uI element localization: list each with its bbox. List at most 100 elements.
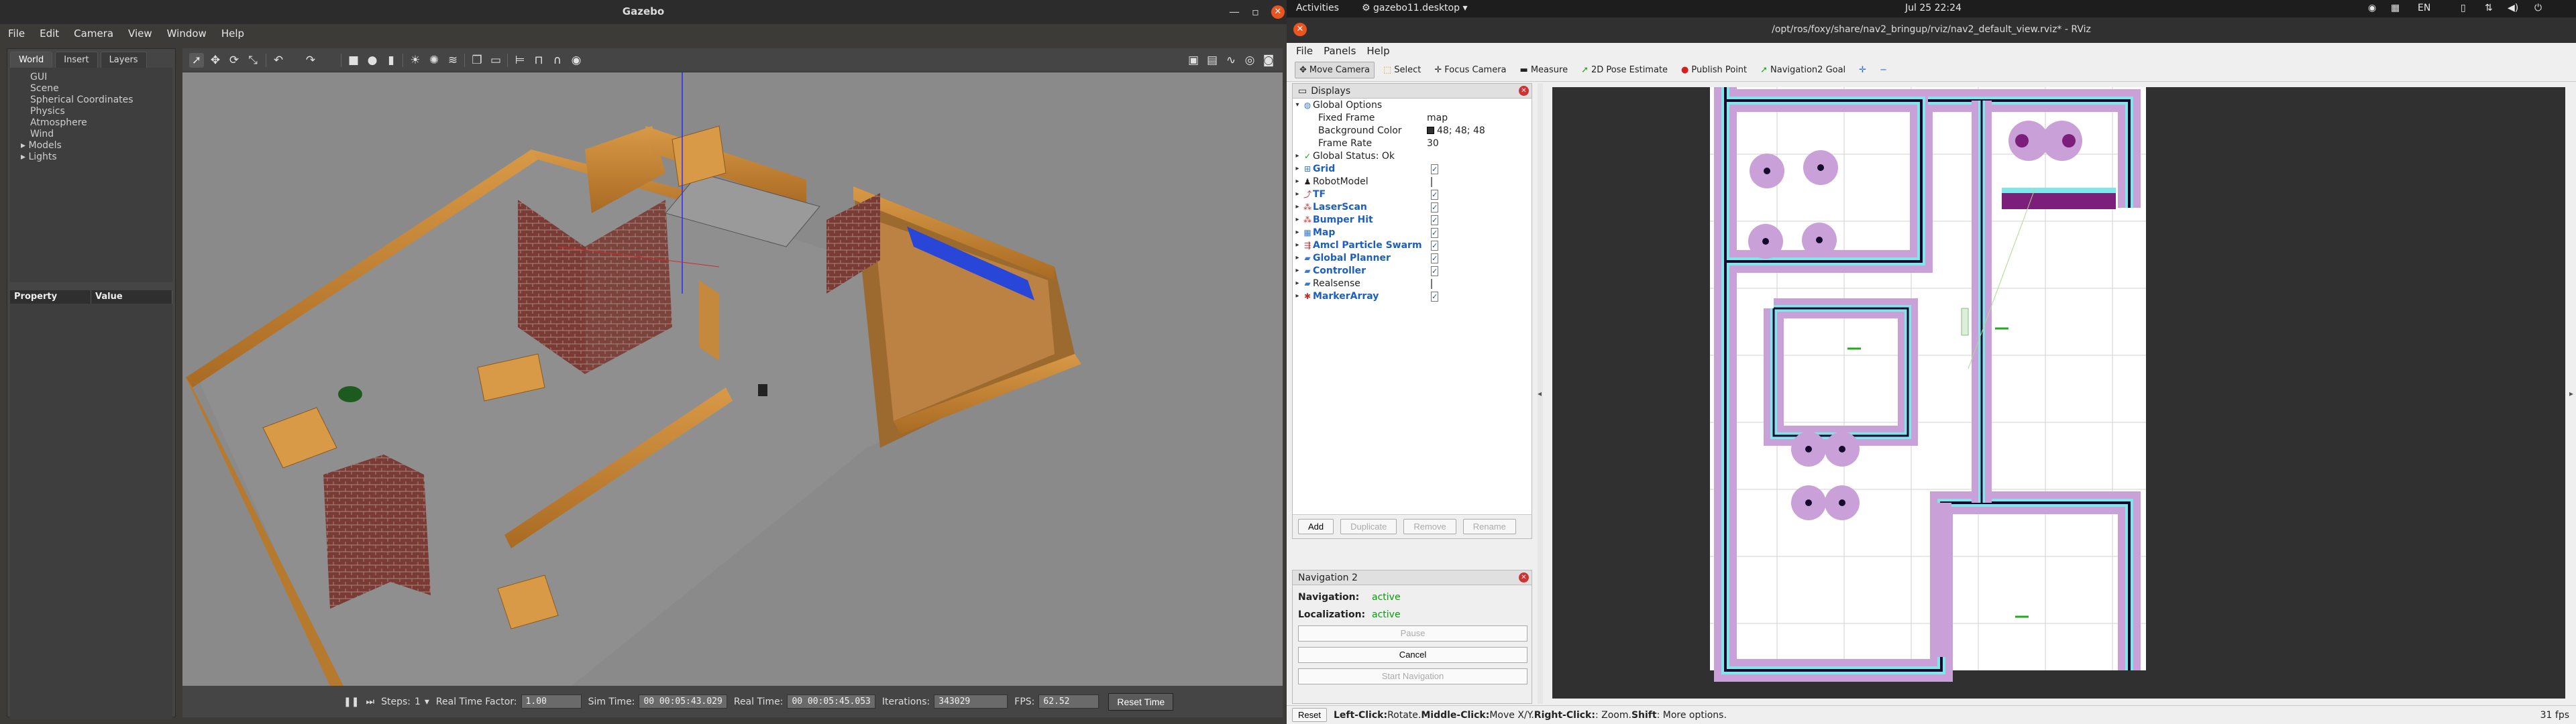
add-button[interactable]: Add <box>1298 519 1334 534</box>
display-row-background-color[interactable]: Background Color 48; 48; 48 <box>1293 124 1532 137</box>
focus-camera-tool[interactable]: ✛ Focus Camera <box>1430 62 1511 78</box>
start-navigation-button[interactable]: Start Navigation <box>1298 668 1527 684</box>
app-menu[interactable]: ⚙ gazebo11.desktop ▾ <box>1362 3 1468 13</box>
point-light-icon[interactable]: ☀ <box>408 53 423 68</box>
publish-point-tool[interactable]: ● Publish Point <box>1676 62 1752 78</box>
menu-edit[interactable]: Edit <box>40 27 59 40</box>
cylinder-shape-icon[interactable]: ▮ <box>384 53 398 68</box>
spot-light-icon[interactable]: ✺ <box>427 53 441 68</box>
language-indicator[interactable]: EN <box>2418 3 2430 13</box>
magnet-icon[interactable]: ∩ <box>550 53 565 68</box>
tf-checkbox[interactable]: ✓ <box>1431 189 1439 200</box>
snap-icon[interactable]: ⊓ <box>531 53 546 68</box>
menu-panels[interactable]: Panels <box>1324 45 1356 57</box>
realsense-checkbox[interactable] <box>1431 278 1432 289</box>
tab-layers[interactable]: Layers <box>100 52 147 68</box>
display-row-tf[interactable]: ▸ ⤴ TF ✓ <box>1293 188 1532 200</box>
tab-world[interactable]: World <box>10 52 53 68</box>
expand-icon[interactable]: ▸ <box>1293 152 1302 160</box>
steps-stepper-icon[interactable]: ▾ <box>425 697 429 707</box>
display-row-global-planner[interactable]: ▸ ▰ Global Planner ✓ <box>1293 251 1532 264</box>
menu-help[interactable]: Help <box>221 27 244 40</box>
expand-icon[interactable]: ▸ <box>1293 254 1302 261</box>
display-row-controller[interactable]: ▸ ▰ Controller ✓ <box>1293 264 1532 277</box>
reset-view-button[interactable]: Reset <box>1292 708 1327 722</box>
display-row-global-options[interactable]: ▾ ◍ Global Options <box>1293 99 1532 111</box>
display-row-realsense[interactable]: ▸ ▰ Realsense <box>1293 277 1532 290</box>
reset-time-button[interactable]: Reset Time <box>1108 692 1174 711</box>
tab-insert[interactable]: Insert <box>55 52 98 68</box>
menu-help[interactable]: Help <box>1366 45 1389 57</box>
gazebo-3d-viewport[interactable] <box>182 72 1283 686</box>
volume-icon[interactable]: ◀) <box>2508 3 2518 13</box>
menu-file[interactable]: File <box>8 27 25 40</box>
remove-tool-icon[interactable]: − <box>1875 62 1892 78</box>
rviz-render-view[interactable] <box>1552 87 2565 699</box>
laserscan-checkbox[interactable]: ✓ <box>1431 202 1439 213</box>
tree-item-lights[interactable]: Lights <box>15 152 167 163</box>
expand-icon[interactable]: ▸ <box>1293 267 1302 274</box>
display-row-bumper-hit[interactable]: ▸ ⁂ Bumper Hit ✓ <box>1293 213 1532 226</box>
display-row-global-status[interactable]: ▸ ✓ Global Status: Ok <box>1293 149 1532 162</box>
expand-icon[interactable]: ▸ <box>1293 203 1302 210</box>
expand-icon[interactable]: ▸ <box>1293 165 1302 172</box>
align-icon[interactable]: ⊨ <box>513 53 527 68</box>
box-shape-icon[interactable]: ■ <box>346 53 361 68</box>
menu-view[interactable]: View <box>128 27 152 40</box>
tree-item-atmosphere[interactable]: Atmosphere <box>15 117 167 129</box>
log-icon[interactable]: ▤ <box>1205 53 1220 68</box>
menu-camera[interactable]: Camera <box>74 27 113 40</box>
pause-icon[interactable]: ❚❚ <box>343 697 359 707</box>
grid-checkbox[interactable]: ✓ <box>1431 164 1439 174</box>
sphere-shape-icon[interactable]: ● <box>365 53 380 68</box>
select-tool[interactable]: ⬚ Select <box>1379 62 1426 78</box>
tree-item-models[interactable]: Models <box>15 140 167 152</box>
pause-button[interactable]: Pause <box>1298 625 1527 642</box>
tree-item-wind[interactable]: Wind <box>15 129 167 140</box>
expand-icon[interactable]: ▸ <box>1293 229 1302 236</box>
collapse-right-icon[interactable]: ▸ <box>2569 389 2573 398</box>
display-row-grid[interactable]: ▸ ⊞ Grid ✓ <box>1293 162 1532 175</box>
bumper-hit-checkbox[interactable]: ✓ <box>1431 215 1439 225</box>
record-icon[interactable]: ◉ <box>569 53 584 68</box>
duplicate-button[interactable]: Duplicate <box>1340 519 1397 534</box>
expand-icon[interactable]: ▸ <box>1293 292 1302 300</box>
global-planner-checkbox[interactable]: ✓ <box>1431 253 1439 263</box>
minimize-icon[interactable]: — <box>1229 5 1240 19</box>
menu-window[interactable]: Window <box>167 27 207 40</box>
expand-icon[interactable]: ▸ <box>1293 280 1302 287</box>
collapse-left-icon[interactable]: ◂ <box>1538 389 1542 398</box>
select-arrow-icon[interactable]: ➚ <box>189 53 204 68</box>
pose-estimate-tool[interactable]: ➚ 2D Pose Estimate <box>1576 62 1672 78</box>
robotmodel-checkbox[interactable] <box>1431 176 1432 187</box>
frame-rate-value[interactable]: 30 <box>1427 138 1527 149</box>
steps-value[interactable]: 1 <box>415 697 421 707</box>
paste-icon[interactable]: ▭ <box>488 53 503 68</box>
display-row-markerarray[interactable]: ▸ ✱ MarkerArray ✓ <box>1293 290 1532 302</box>
tree-item-scene[interactable]: Scene <box>15 83 167 95</box>
expand-icon[interactable]: ▾ <box>1293 101 1302 109</box>
screenshot-icon[interactable]: ▣ <box>1186 53 1201 68</box>
activities-button[interactable]: Activities <box>1296 3 1339 13</box>
move-camera-tool[interactable]: ✥ Move Camera <box>1295 62 1375 78</box>
display-row-amcl-particle-swarm[interactable]: ▸ ⇶ Amcl Particle Swarm ✓ <box>1293 239 1532 251</box>
cancel-button[interactable]: Cancel <box>1298 647 1527 663</box>
controller-checkbox[interactable]: ✓ <box>1431 265 1439 276</box>
updates-icon[interactable]: ▯ <box>2461 3 2466 13</box>
tree-item-spherical-coordinates[interactable]: Spherical Coordinates <box>15 95 167 106</box>
display-row-laserscan[interactable]: ▸ ⁂ LaserScan ✓ <box>1293 200 1532 213</box>
display-row-fixed-frame[interactable]: Fixed Frame map <box>1293 111 1532 124</box>
tree-item-gui[interactable]: GUI <box>15 72 167 83</box>
add-tool-icon[interactable]: ✛ <box>1854 62 1871 78</box>
scale-icon[interactable]: ⤡ <box>246 53 260 68</box>
close-icon[interactable]: ✕ <box>1271 5 1285 19</box>
plot-icon[interactable]: ∿ <box>1224 53 1238 68</box>
expand-icon[interactable]: ▸ <box>1293 241 1302 249</box>
display-row-map[interactable]: ▸ ▦ Map ✓ <box>1293 226 1532 239</box>
step-icon[interactable]: ⏭ <box>366 697 374 707</box>
amcl-checkbox[interactable]: ✓ <box>1431 240 1439 251</box>
display-row-robotmodel[interactable]: ▸ ♟ RobotModel <box>1293 175 1532 188</box>
directional-light-icon[interactable]: ≋ <box>445 53 460 68</box>
expand-icon[interactable]: ▸ <box>1293 216 1302 223</box>
close-icon[interactable]: ✕ <box>1519 572 1529 583</box>
